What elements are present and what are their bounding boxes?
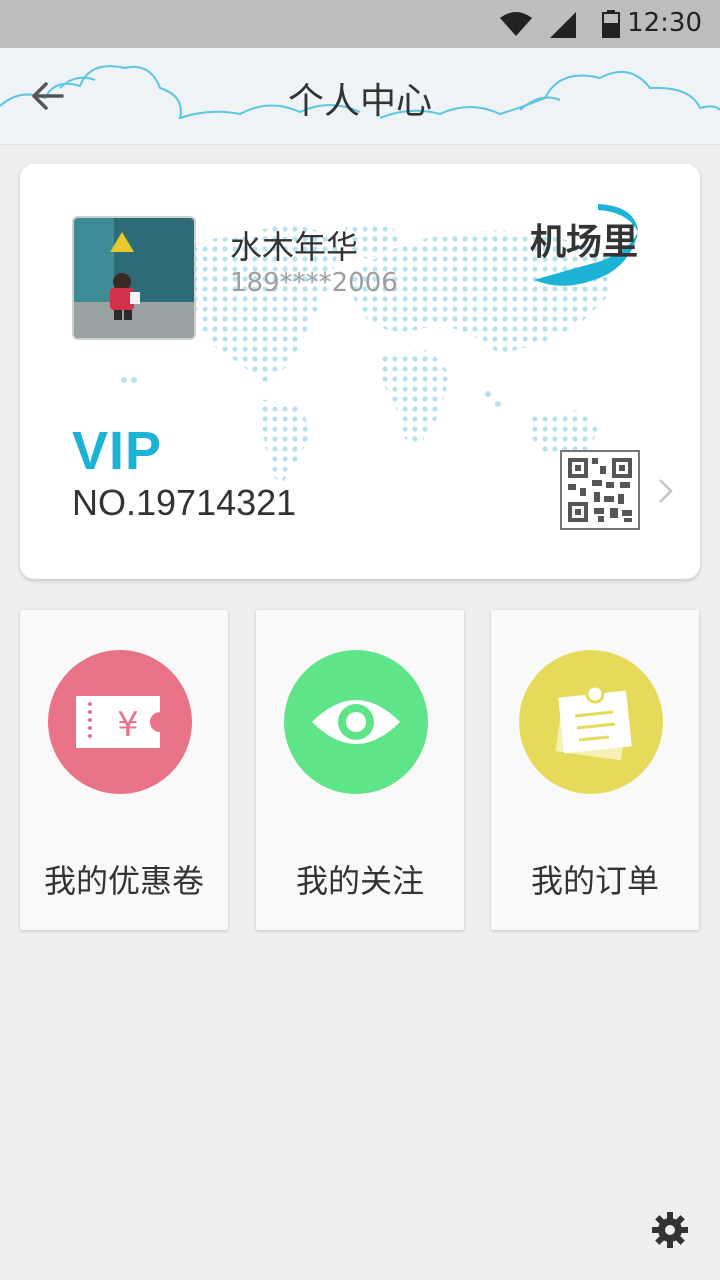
page-title: 个人中心 — [287, 81, 432, 122]
avatar-photo — [74, 218, 194, 338]
vip-number: NO.19714321 — [72, 482, 297, 523]
tile-follows-label: 我的关注 — [295, 862, 424, 900]
svg-text:¥: ¥ — [117, 705, 139, 745]
header-bar: 个人中心 — [0, 48, 720, 145]
notes-icon — [519, 650, 663, 794]
svg-text:机场里: 机场里 — [530, 222, 638, 263]
avatar[interactable] — [72, 216, 196, 340]
tile-orders-label: 我的订单 — [530, 862, 659, 900]
status-time: 12:30 — [627, 8, 702, 38]
username: 水木年华 — [230, 228, 359, 266]
qr-code-icon[interactable] — [560, 450, 640, 530]
tile-orders[interactable]: 我的订单 — [491, 610, 699, 930]
tile-coupons-label: 我的优惠卷 — [43, 862, 204, 900]
coupon-icon: ¥ — [48, 650, 192, 794]
wifi-icon — [500, 12, 532, 36]
tile-follows[interactable]: 我的关注 — [256, 610, 464, 930]
tile-coupons[interactable]: ¥ 我的优惠卷 — [20, 610, 228, 930]
status-bar: 12:30 — [0, 0, 720, 48]
signal-icon — [550, 12, 576, 38]
brand-logo: 机场里 — [530, 204, 638, 286]
battery-icon — [602, 10, 620, 38]
eye-icon — [284, 650, 428, 794]
phone-number: 189****2006 — [230, 268, 398, 298]
membership-card[interactable]: 水木年华 189****2006 机场里 VIP NO.19714321 — [20, 164, 700, 579]
chevron-right-icon[interactable] — [656, 476, 676, 506]
vip-label: VIP — [72, 421, 163, 481]
gear-icon[interactable] — [650, 1210, 690, 1250]
